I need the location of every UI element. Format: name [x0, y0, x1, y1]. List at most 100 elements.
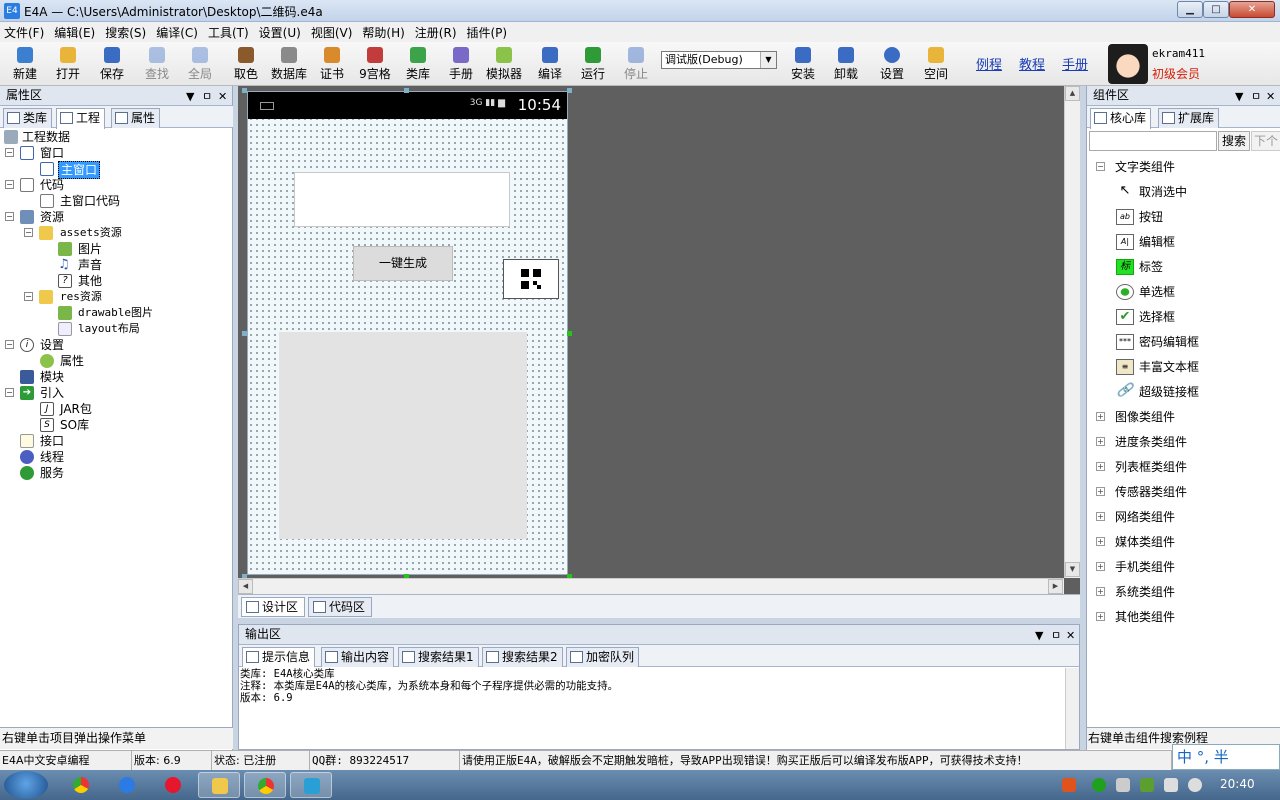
collapse-icon[interactable]: − — [1096, 162, 1105, 171]
collapse-icon[interactable]: − — [5, 148, 14, 157]
menu-tools[interactable]: 工具(T) — [208, 24, 249, 41]
menu-compile[interactable]: 编译(C) — [156, 24, 198, 41]
resize-handle[interactable] — [404, 88, 409, 93]
design-horizontal-scrollbar[interactable]: ◀ ▶ — [238, 578, 1064, 594]
maximize-button[interactable]: □ — [1203, 1, 1229, 18]
taskbar-browser[interactable] — [106, 772, 148, 798]
start-button[interactable] — [4, 771, 48, 799]
tab-hint-info[interactable]: 提示信息 — [242, 647, 316, 667]
expand-icon[interactable]: + — [1096, 462, 1105, 471]
volume-tray-icon[interactable] — [1188, 778, 1202, 792]
pin-icon[interactable]: ㅁ — [202, 87, 212, 106]
scroll-left-icon[interactable]: ◀ — [238, 579, 253, 594]
menu-edit[interactable]: 编辑(E) — [54, 24, 95, 41]
resize-handle[interactable] — [242, 331, 247, 336]
build-mode-select[interactable]: 调试版(Debug) ▼ — [661, 51, 777, 69]
install-button[interactable]: 安装 — [782, 44, 824, 84]
collapse-icon[interactable]: − — [5, 340, 14, 349]
close-icon[interactable]: ✕ — [1066, 626, 1075, 645]
color-picker-button[interactable]: 取色 — [225, 44, 267, 84]
component-next-button[interactable]: 下个 — [1251, 131, 1280, 151]
avatar[interactable] — [1108, 44, 1148, 84]
new-button[interactable]: 新建 — [4, 44, 46, 84]
qr-text-input-component[interactable] — [294, 172, 510, 227]
network-tray-icon[interactable] — [1092, 778, 1106, 792]
close-icon[interactable]: ✕ — [218, 87, 227, 106]
collapse-icon[interactable]: − — [5, 180, 14, 189]
expand-icon[interactable]: + — [1096, 612, 1105, 621]
tab-design[interactable]: 设计区 — [241, 597, 306, 617]
expand-icon[interactable]: + — [1096, 537, 1105, 546]
scroll-down-icon[interactable]: ▼ — [1065, 562, 1080, 577]
collapse-icon[interactable]: − — [24, 228, 33, 237]
run-button[interactable]: 运行 — [572, 44, 614, 84]
tab-properties[interactable]: 属性 — [111, 108, 161, 128]
tab-output-content[interactable]: 输出内容 — [321, 647, 395, 667]
tab-core-library[interactable]: 核心库 — [1090, 108, 1152, 129]
menu-plugins[interactable]: 插件(P) — [467, 24, 508, 41]
ime-status[interactable]: 中 °, 半 — [1172, 744, 1280, 770]
qr-button-component[interactable] — [503, 259, 559, 299]
compile-button[interactable]: 编译 — [529, 44, 571, 84]
generate-button-component[interactable]: 一键生成 — [353, 246, 453, 281]
output-scrollbar[interactable] — [1065, 668, 1079, 749]
collapse-icon[interactable]: − — [5, 212, 14, 221]
taskbar-chrome[interactable] — [60, 772, 102, 798]
scroll-right-icon[interactable]: ▶ — [1048, 579, 1063, 594]
menu-search[interactable]: 搜索(S) — [105, 24, 146, 41]
emulator-button[interactable]: 模拟器 — [483, 44, 525, 84]
expand-icon[interactable]: + — [1096, 587, 1105, 596]
resize-handle[interactable] — [567, 331, 572, 336]
grid-button[interactable]: 9宫格 — [354, 44, 396, 84]
tab-project[interactable]: 工程 — [56, 108, 106, 129]
menu-file[interactable]: 文件(F) — [4, 24, 44, 41]
manual-button[interactable]: 手册 — [440, 44, 482, 84]
uninstall-button[interactable]: 卸载 — [825, 44, 867, 84]
library-button[interactable]: 类库 — [397, 44, 439, 84]
examples-link[interactable]: 例程 — [976, 54, 1002, 73]
find-button[interactable]: 查找 — [136, 44, 178, 84]
network-status-tray-icon[interactable] — [1164, 778, 1178, 792]
certificate-button[interactable]: 证书 — [311, 44, 353, 84]
pin-icon[interactable]: ㅁ — [1051, 626, 1061, 645]
tab-search-result-1[interactable]: 搜索结果1 — [398, 647, 479, 667]
menu-view[interactable]: 视图(V) — [311, 24, 353, 41]
save-button[interactable]: 保存 — [91, 44, 133, 84]
tray-clock[interactable]: 20:40 — [1220, 777, 1255, 791]
tab-encrypt-queue[interactable]: 加密队列 — [566, 647, 640, 667]
settings-button[interactable]: 设置 — [871, 44, 913, 84]
scroll-up-icon[interactable]: ▲ — [1065, 86, 1080, 101]
resize-handle[interactable] — [242, 88, 247, 93]
panel-menu-icon[interactable]: ▼ — [1235, 87, 1243, 106]
taskbar-weibo[interactable] — [152, 772, 194, 798]
collapse-icon[interactable]: − — [24, 292, 33, 301]
database-button[interactable]: 数据库 — [268, 44, 310, 84]
pin-icon[interactable]: ㅁ — [1251, 87, 1261, 106]
phone-preview[interactable]: 3G ▮▮ ▆ 10:54 一键生成 — [247, 91, 568, 575]
expand-icon[interactable]: + — [1096, 562, 1105, 571]
tab-extension-library[interactable]: 扩展库 — [1158, 108, 1220, 128]
collapse-icon[interactable]: − — [5, 388, 14, 397]
component-search-input[interactable] — [1089, 131, 1217, 151]
antivirus-tray-icon[interactable] — [1062, 778, 1076, 792]
gpu-tray-icon[interactable] — [1140, 778, 1154, 792]
tutorial-link[interactable]: 教程 — [1019, 54, 1045, 73]
resize-handle[interactable] — [567, 88, 572, 93]
manual-link[interactable]: 手册 — [1062, 54, 1088, 73]
qr-image-component[interactable] — [279, 332, 527, 539]
global-search-button[interactable]: 全局 — [179, 44, 221, 84]
expand-icon[interactable]: + — [1096, 412, 1105, 421]
open-button[interactable]: 打开 — [47, 44, 89, 84]
taskbar-explorer[interactable] — [198, 772, 240, 798]
stop-button[interactable]: 停止 — [615, 44, 657, 84]
panel-menu-icon[interactable]: ▼ — [186, 87, 194, 106]
component-search-button[interactable]: 搜索 — [1218, 131, 1250, 151]
tab-library[interactable]: 类库 — [3, 108, 53, 128]
minimize-button[interactable]: ▁ — [1177, 1, 1203, 18]
speaker-tray-icon[interactable] — [1116, 778, 1130, 792]
menu-help[interactable]: 帮助(H) — [362, 24, 404, 41]
taskbar-e4a[interactable] — [290, 772, 332, 798]
space-button[interactable]: 空间 — [915, 44, 957, 84]
menu-settings[interactable]: 设置(U) — [259, 24, 301, 41]
taskbar-chrome-running[interactable] — [244, 772, 286, 798]
